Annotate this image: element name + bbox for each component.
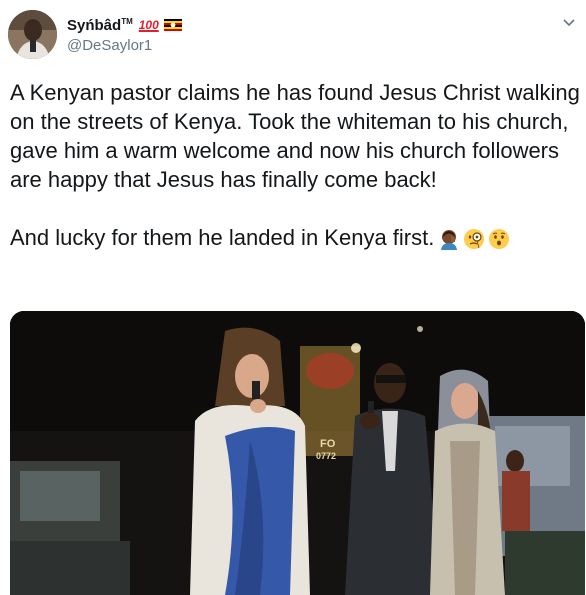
hushed-face-icon [489,229,510,250]
user-handle[interactable]: @DeSaylor1 [67,37,152,54]
avatar[interactable] [8,10,57,59]
sign-text-line2: 0772 [316,451,336,461]
tweet-photo[interactable]: FO 0772 [10,311,585,595]
trademark-mark: TM [121,16,133,26]
chevron-down-icon[interactable] [562,16,576,30]
sign-text-line1: FO [320,438,336,450]
name-row: SyńbâdTM 100 [67,15,182,35]
tweet-paragraph-1: A Kenyan pastor claims he has found Jesu… [10,80,586,192]
tweet-header: SyńbâdTM 100 @DeSaylor1 [8,10,578,62]
uganda-flag-icon [163,19,182,31]
photo-scene: FO 0772 [10,311,585,595]
man-facepalming-icon [441,230,458,251]
face-with-monocle-icon [464,229,485,250]
tweet-paragraph-2: And lucky for them he landed in Kenya fi… [10,225,435,250]
emoji-group [438,228,510,251]
hundred-points-icon: 100 [138,18,159,32]
display-name[interactable]: SyńbâdTM [67,17,133,34]
tweet-text: A Kenyan pastor claims he has found Jesu… [10,78,580,252]
